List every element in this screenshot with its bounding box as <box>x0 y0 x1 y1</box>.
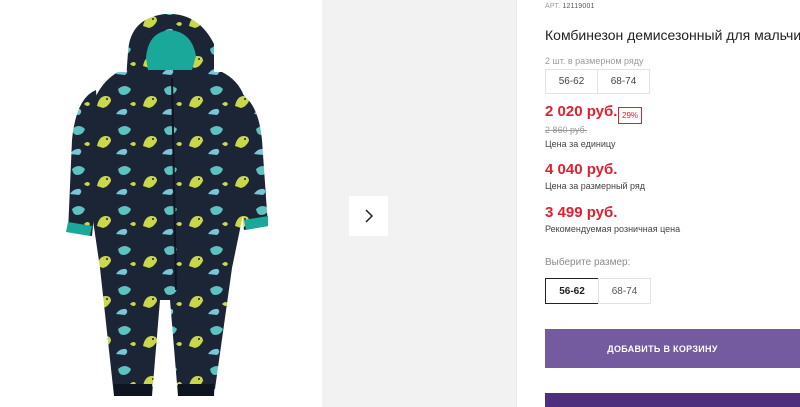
size-option-68-74[interactable]: 68-74 <box>598 278 651 304</box>
product-title: Комбинезон демисезонный для мальчика <box>545 27 800 43</box>
secondary-action-button[interactable] <box>545 393 800 407</box>
size-select-caption: Выберите размер: <box>545 257 631 268</box>
chevron-right-icon <box>364 209 373 223</box>
unit-price-label: Цена за единицу <box>545 139 616 149</box>
pack-size-list: 56-62 68-74 <box>545 69 650 94</box>
recommended-retail-price: 3 499 руб. <box>545 204 618 221</box>
article-label: АРТ. <box>545 3 561 10</box>
product-image[interactable] <box>0 0 322 407</box>
size-selector: 56-62 68-74 <box>545 278 651 304</box>
pack-size-chip: 68-74 <box>597 69 650 94</box>
size-option-56-62[interactable]: 56-62 <box>545 278 599 304</box>
column-divider <box>516 0 517 407</box>
pack-caption: 2 шт. в размерном ряду <box>545 56 644 66</box>
article-value: 12119001 <box>562 3 595 10</box>
size-row-price-label: Цена за размерный ряд <box>545 181 646 191</box>
pack-size-chip: 56-62 <box>545 69 598 94</box>
add-to-cart-button[interactable]: ДОБАВИТЬ В КОРЗИНУ <box>545 329 800 368</box>
article-number: АРТ. 12119001 <box>545 3 595 10</box>
product-info: АРТ. 12119001 Комбинезон демисезонный дл… <box>545 0 800 407</box>
current-price: 2 020 руб. <box>545 103 618 120</box>
jumpsuit-illustration <box>66 13 268 396</box>
size-row-price: 4 040 руб. <box>545 161 618 178</box>
old-price: 2 860 руб. <box>545 125 588 135</box>
discount-badge: 29% <box>618 107 643 124</box>
recommended-retail-price-label: Рекомендуемая розничная цена <box>545 224 681 234</box>
gallery-next-button[interactable] <box>349 196 388 236</box>
